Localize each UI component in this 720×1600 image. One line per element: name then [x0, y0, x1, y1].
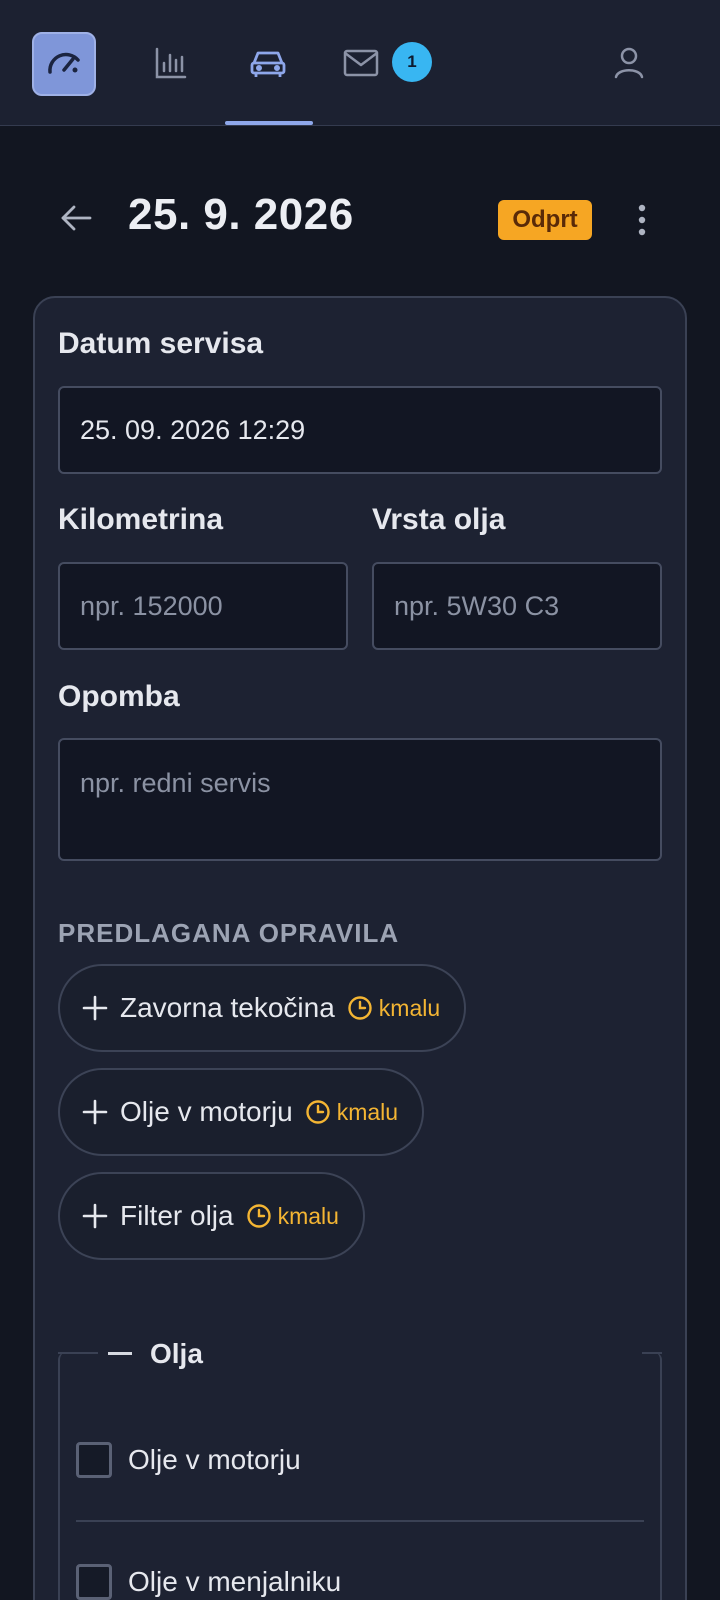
clock-icon — [347, 995, 373, 1021]
note-textarea[interactable]: npr. redni servis — [58, 738, 662, 861]
user-icon[interactable] — [586, 30, 672, 96]
km-label: Kilometrina — [58, 503, 224, 536]
checkbox[interactable] — [76, 1442, 112, 1478]
suggested-task-chip[interactable]: Zavorna tekočina kmalu — [58, 964, 467, 1052]
note-label: Opomba — [58, 680, 180, 713]
bar-chart-icon[interactable] — [128, 30, 214, 96]
suggested-tasks-caption: PREDLAGANA OPRAVILA — [58, 918, 400, 948]
group-title[interactable]: Olja — [150, 1338, 203, 1370]
clock-icon — [246, 1203, 272, 1229]
chip-label: Olje v motorju — [120, 1096, 293, 1127]
back-arrow-icon[interactable] — [54, 196, 98, 240]
status-badge: Odprt — [498, 200, 592, 240]
chip-label: Zavorna tekočina — [120, 992, 335, 1023]
chip-soon-text: kmalu — [336, 1098, 399, 1125]
plus-icon — [82, 1099, 108, 1125]
date-input[interactable]: 25. 09. 2026 12:29 — [58, 386, 662, 474]
oil-type-label: Vrsta olja — [372, 503, 506, 536]
page-title: 25. 9. 2026 — [128, 190, 354, 239]
chip-soon-text: kmalu — [378, 994, 441, 1021]
car-icon[interactable] — [225, 30, 311, 96]
speedometer-icon[interactable] — [32, 32, 96, 96]
plus-icon — [82, 995, 108, 1021]
km-input[interactable]: npr. 152000 — [58, 562, 348, 650]
date-label: Datum servisa — [58, 327, 264, 360]
clock-icon — [305, 1099, 331, 1125]
oil-type-input[interactable]: npr. 5W30 C3 — [372, 562, 662, 650]
checklist-item-label: Olje v menjalniku — [128, 1566, 342, 1597]
suggested-task-chip[interactable]: Filter olja kmalu — [58, 1172, 365, 1260]
unread-badge: 1 — [392, 42, 432, 82]
more-options-icon[interactable] — [620, 198, 664, 242]
chip-label: Filter olja — [120, 1200, 234, 1231]
top-nav-bar: 1 — [0, 0, 720, 126]
divider — [76, 1520, 644, 1522]
chip-soon-text: kmalu — [277, 1202, 339, 1229]
suggested-task-chip[interactable]: Olje v motorju kmalu — [58, 1068, 425, 1156]
plus-icon — [82, 1203, 108, 1229]
group-border — [642, 1352, 662, 1354]
checklist-item[interactable]: Olje v menjalniku — [76, 1562, 341, 1600]
collapse-icon[interactable] — [108, 1352, 132, 1355]
group-border — [58, 1352, 98, 1354]
checklist-item[interactable]: Olje v motorju — [76, 1440, 301, 1480]
checkbox[interactable] — [76, 1564, 112, 1600]
checklist-item-label: Olje v motorju — [128, 1444, 301, 1475]
active-tab-indicator — [225, 121, 313, 125]
